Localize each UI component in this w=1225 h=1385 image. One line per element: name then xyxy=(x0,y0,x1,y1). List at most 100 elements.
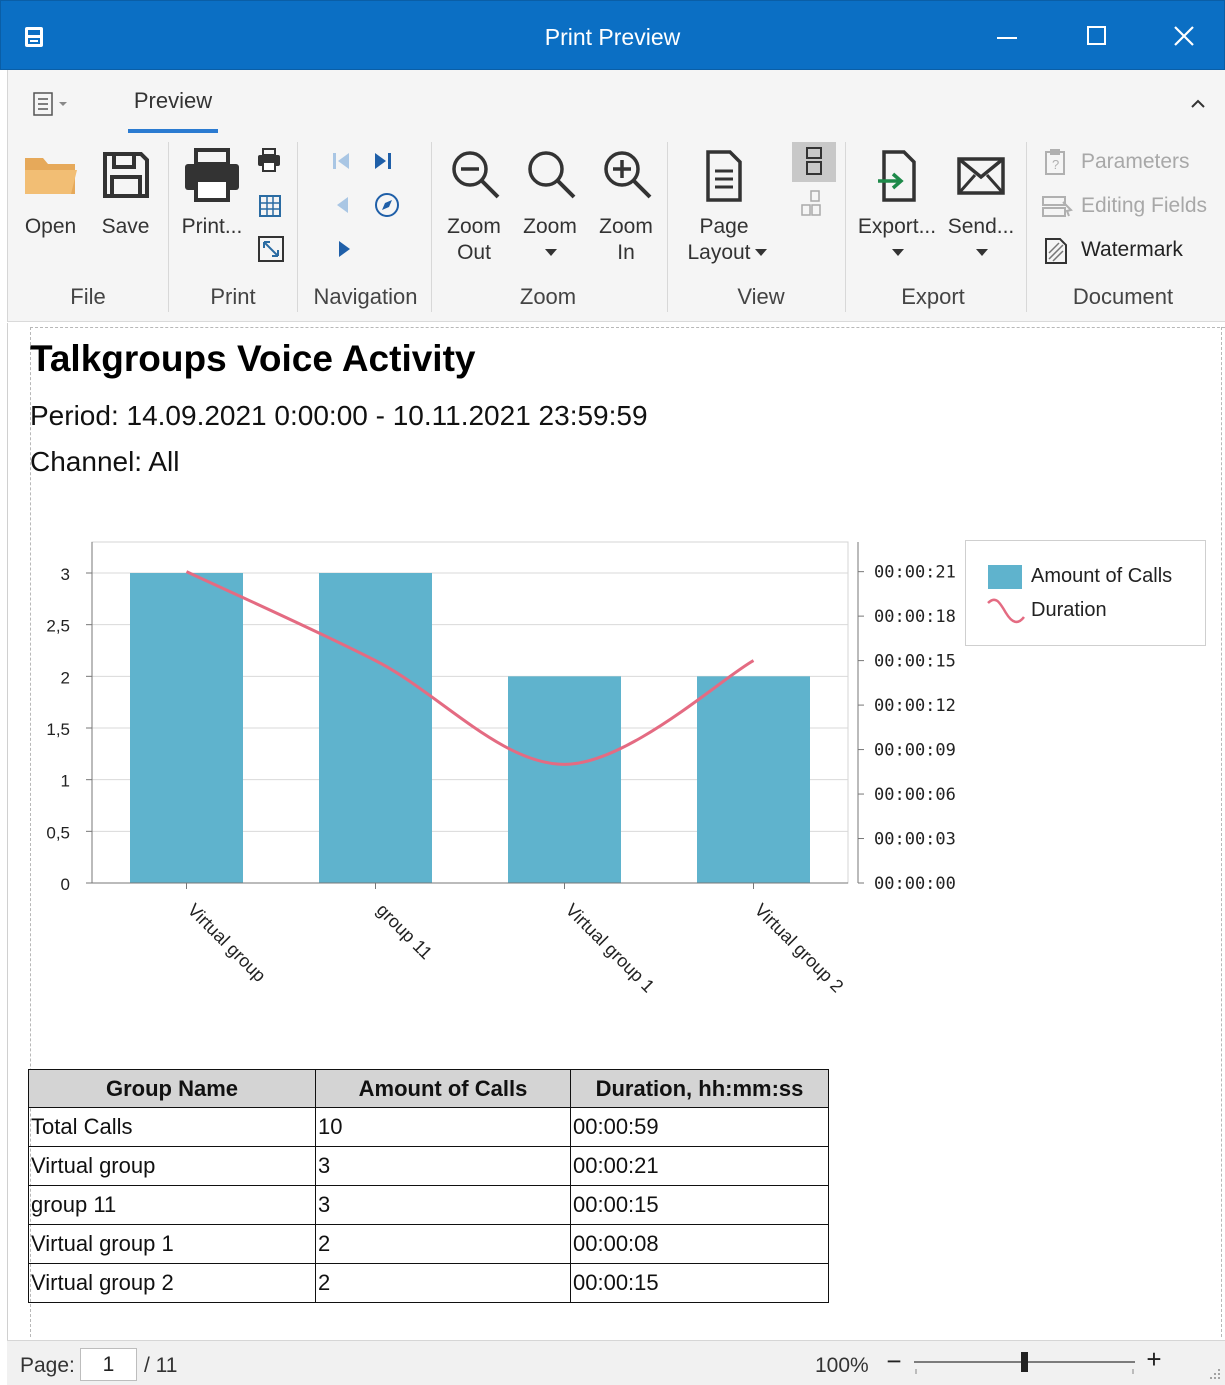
table-cell: 3 xyxy=(315,1185,571,1225)
active-tab-indicator xyxy=(128,129,218,133)
x-axis-tick-label: Virtual group 1 xyxy=(562,900,659,997)
y-axis-right-tick-label: 00:00:06 xyxy=(874,785,956,805)
watermark-icon xyxy=(1045,238,1067,264)
next-page-icon[interactable] xyxy=(334,238,356,265)
table-row: Virtual group 1 2 00:00:08 xyxy=(28,1224,829,1264)
single-page-view-icon[interactable] xyxy=(792,142,836,182)
previous-page-icon xyxy=(332,194,354,221)
x-axis-tick-label: Virtual group xyxy=(184,900,270,986)
report-title: Talkgroups Voice Activity xyxy=(30,338,476,379)
envelope-icon xyxy=(957,157,1005,195)
chevron-down-icon xyxy=(545,249,557,256)
x-axis-tick-label: Virtual group 2 xyxy=(751,900,848,997)
y-axis-right-tick-label: 00:00:21 xyxy=(874,563,956,583)
go-to-page-icon[interactable] xyxy=(374,192,400,223)
y-axis-right-tick-label: 00:00:15 xyxy=(874,652,956,672)
folder-icon xyxy=(25,158,77,194)
y-axis-tick-label: 2,5 xyxy=(46,617,70,636)
y-axis-right-tick-label: 00:00:09 xyxy=(874,741,956,761)
export-button[interactable]: Export... xyxy=(852,145,942,269)
table-cell: 00:00:21 xyxy=(570,1146,829,1186)
application-menu-button[interactable] xyxy=(33,90,73,120)
maximize-button[interactable] xyxy=(1067,13,1127,59)
table-cell: 3 xyxy=(315,1146,571,1186)
column-header: Duration, hh:mm:ss xyxy=(570,1069,829,1108)
close-button[interactable] xyxy=(1154,13,1214,59)
page-label: Page: xyxy=(20,1354,75,1377)
zoom-in-step-button[interactable]: + xyxy=(1142,1344,1166,1374)
last-page-icon[interactable] xyxy=(372,150,394,177)
report-period: Period: 14.09.2021 0:00:00 - 10.11.2021 … xyxy=(30,400,648,431)
voice-activity-chart: 0 0,5 1 1,5 2 2,5 3 00:00:00 00:00:03 00:00:06 00:… xyxy=(46,541,956,997)
status-bar: Page: / 11 100% − + xyxy=(7,1340,1225,1385)
send-button[interactable]: Send... xyxy=(944,145,1018,269)
zoom-out-button[interactable]: Zoom Out xyxy=(438,145,510,269)
report-channel: Channel: All xyxy=(30,446,180,477)
group-separator xyxy=(845,142,846,312)
multi-page-view-icon[interactable] xyxy=(798,188,830,225)
print-button[interactable]: Print... xyxy=(176,145,248,245)
ribbon: Preview Open Save File Print... Print Na… xyxy=(7,70,1225,322)
summary-table: Group Name Amount of Calls Duration, hh:… xyxy=(28,1069,829,1303)
bar xyxy=(130,573,243,883)
table-row: group 11 3 00:00:15 xyxy=(28,1185,829,1225)
table-cell: 00:00:15 xyxy=(570,1263,829,1303)
group-label-print: Print xyxy=(210,284,256,309)
page-number-input[interactable] xyxy=(80,1348,137,1381)
table-cell: 00:00:59 xyxy=(570,1107,829,1147)
quick-print-icon[interactable] xyxy=(255,148,285,179)
tab-preview[interactable]: Preview xyxy=(128,88,218,132)
resize-grip-icon[interactable] xyxy=(1207,1366,1221,1380)
scale-icon[interactable] xyxy=(258,236,284,267)
group-separator xyxy=(667,142,668,312)
page-layout-icon xyxy=(706,150,742,202)
y-axis-tick-label: 1,5 xyxy=(46,720,70,739)
table-cell: 00:00:15 xyxy=(570,1185,829,1225)
zoom-in-button[interactable]: Zoom In xyxy=(590,145,662,269)
zoom-level: 100% xyxy=(815,1354,869,1377)
chevron-down-icon xyxy=(892,249,904,256)
y-axis-tick-label: 0,5 xyxy=(46,823,70,842)
table-cell: group 11 xyxy=(28,1185,316,1225)
column-header: Amount of Calls xyxy=(315,1069,571,1108)
group-label-document: Document xyxy=(1072,284,1174,309)
y-axis-right-tick-label: 00:00:12 xyxy=(874,696,956,716)
group-separator xyxy=(1026,142,1027,312)
chevron-down-icon xyxy=(976,249,988,256)
group-separator xyxy=(431,142,432,312)
minimize-button[interactable] xyxy=(977,13,1037,59)
table-cell: Virtual group 1 xyxy=(28,1224,316,1264)
group-label-zoom: Zoom xyxy=(519,284,577,309)
first-page-icon xyxy=(330,150,352,177)
svg-text:?: ? xyxy=(1052,157,1059,172)
page-layout-button[interactable]: Page Layout xyxy=(676,145,772,269)
y-axis-tick-label: 2 xyxy=(61,668,70,687)
window-title: Print Preview xyxy=(544,24,681,50)
zoom-slider[interactable] xyxy=(912,1351,1137,1377)
group-label-file: File xyxy=(70,284,106,309)
chart-legend: Amount of Calls Duration xyxy=(965,540,1206,646)
open-button[interactable]: Open xyxy=(18,145,83,245)
parameters-icon: ? xyxy=(1045,149,1065,175)
chevron-down-icon xyxy=(755,249,767,256)
save-button[interactable]: Save xyxy=(93,145,158,245)
bar xyxy=(319,573,432,883)
column-header: Group Name xyxy=(28,1069,316,1108)
collapse-ribbon-button[interactable] xyxy=(1186,92,1210,116)
page-setup-icon[interactable] xyxy=(258,194,282,223)
table-row: Virtual group 2 2 00:00:15 xyxy=(28,1263,829,1303)
y-axis-tick-label: 0 xyxy=(61,875,70,894)
zoom-out-step-button[interactable]: − xyxy=(882,1346,906,1376)
table-cell: 00:00:08 xyxy=(570,1224,829,1264)
group-label-view: View xyxy=(737,284,785,309)
zoom-in-icon xyxy=(604,151,652,199)
group-separator xyxy=(168,142,169,312)
y-axis-right-tick-label: 00:00:18 xyxy=(874,607,956,627)
zoom-button[interactable]: Zoom xyxy=(514,145,586,269)
export-document-icon xyxy=(878,150,916,202)
table-cell: Total Calls xyxy=(28,1107,316,1147)
table-cell: 2 xyxy=(315,1224,571,1264)
x-axis-tick-label: group 11 xyxy=(373,900,436,963)
group-separator xyxy=(297,142,298,312)
table-cell: 10 xyxy=(315,1107,571,1147)
